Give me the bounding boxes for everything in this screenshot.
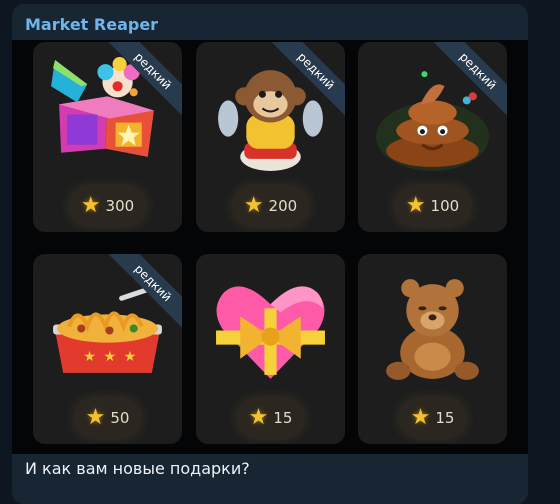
star-icon: ★	[405, 193, 426, 218]
gift-card-poop[interactable]: редкий ★ 100	[358, 42, 507, 232]
sender-name[interactable]: Market Reaper	[25, 15, 158, 34]
star-icon: ★	[410, 405, 431, 430]
svg-text:★: ★	[103, 349, 116, 365]
gift-card-jack-in-the-box[interactable]: редкий ★ 300	[33, 42, 182, 232]
gift-card-teddy-bear[interactable]: ★ 15	[358, 254, 507, 444]
gift-card-noodles[interactable]: ★ ★ ★ редкий ★ 50	[33, 254, 182, 444]
price-badge[interactable]: ★ 50	[73, 398, 142, 438]
price-badge[interactable]: ★ 100	[393, 186, 472, 226]
star-icon: ★	[248, 405, 269, 430]
price-value: 200	[268, 197, 298, 215]
price-value: 50	[110, 409, 130, 427]
teddy-bear-icon	[386, 279, 479, 380]
price-value: 15	[273, 409, 293, 427]
price-badge[interactable]: ★ 15	[236, 398, 305, 438]
message-text[interactable]: И как вам новые подарки?	[25, 459, 250, 478]
star-icon: ★	[85, 405, 106, 430]
price-value: 15	[435, 409, 455, 427]
gift-card-monkey-toy[interactable]: редкий ★ 200	[196, 42, 345, 232]
heart-with-bow-icon	[216, 286, 325, 379]
price-value: 300	[105, 197, 135, 215]
svg-text:★: ★	[83, 349, 96, 365]
star-icon: ★	[80, 193, 101, 218]
price-badge[interactable]: ★ 200	[231, 186, 310, 226]
price-badge[interactable]: ★ 300	[68, 186, 147, 226]
gift-card-heart-with-bow[interactable]: ★ 15	[196, 254, 345, 444]
price-value: 100	[430, 197, 460, 215]
star-icon: ★	[243, 193, 264, 218]
price-badge[interactable]: ★ 15	[398, 398, 467, 438]
svg-text:★: ★	[124, 349, 137, 365]
gift-grid: редкий ★ 300 редкий ★ 200 редкий ★ 100 ★…	[12, 40, 528, 454]
